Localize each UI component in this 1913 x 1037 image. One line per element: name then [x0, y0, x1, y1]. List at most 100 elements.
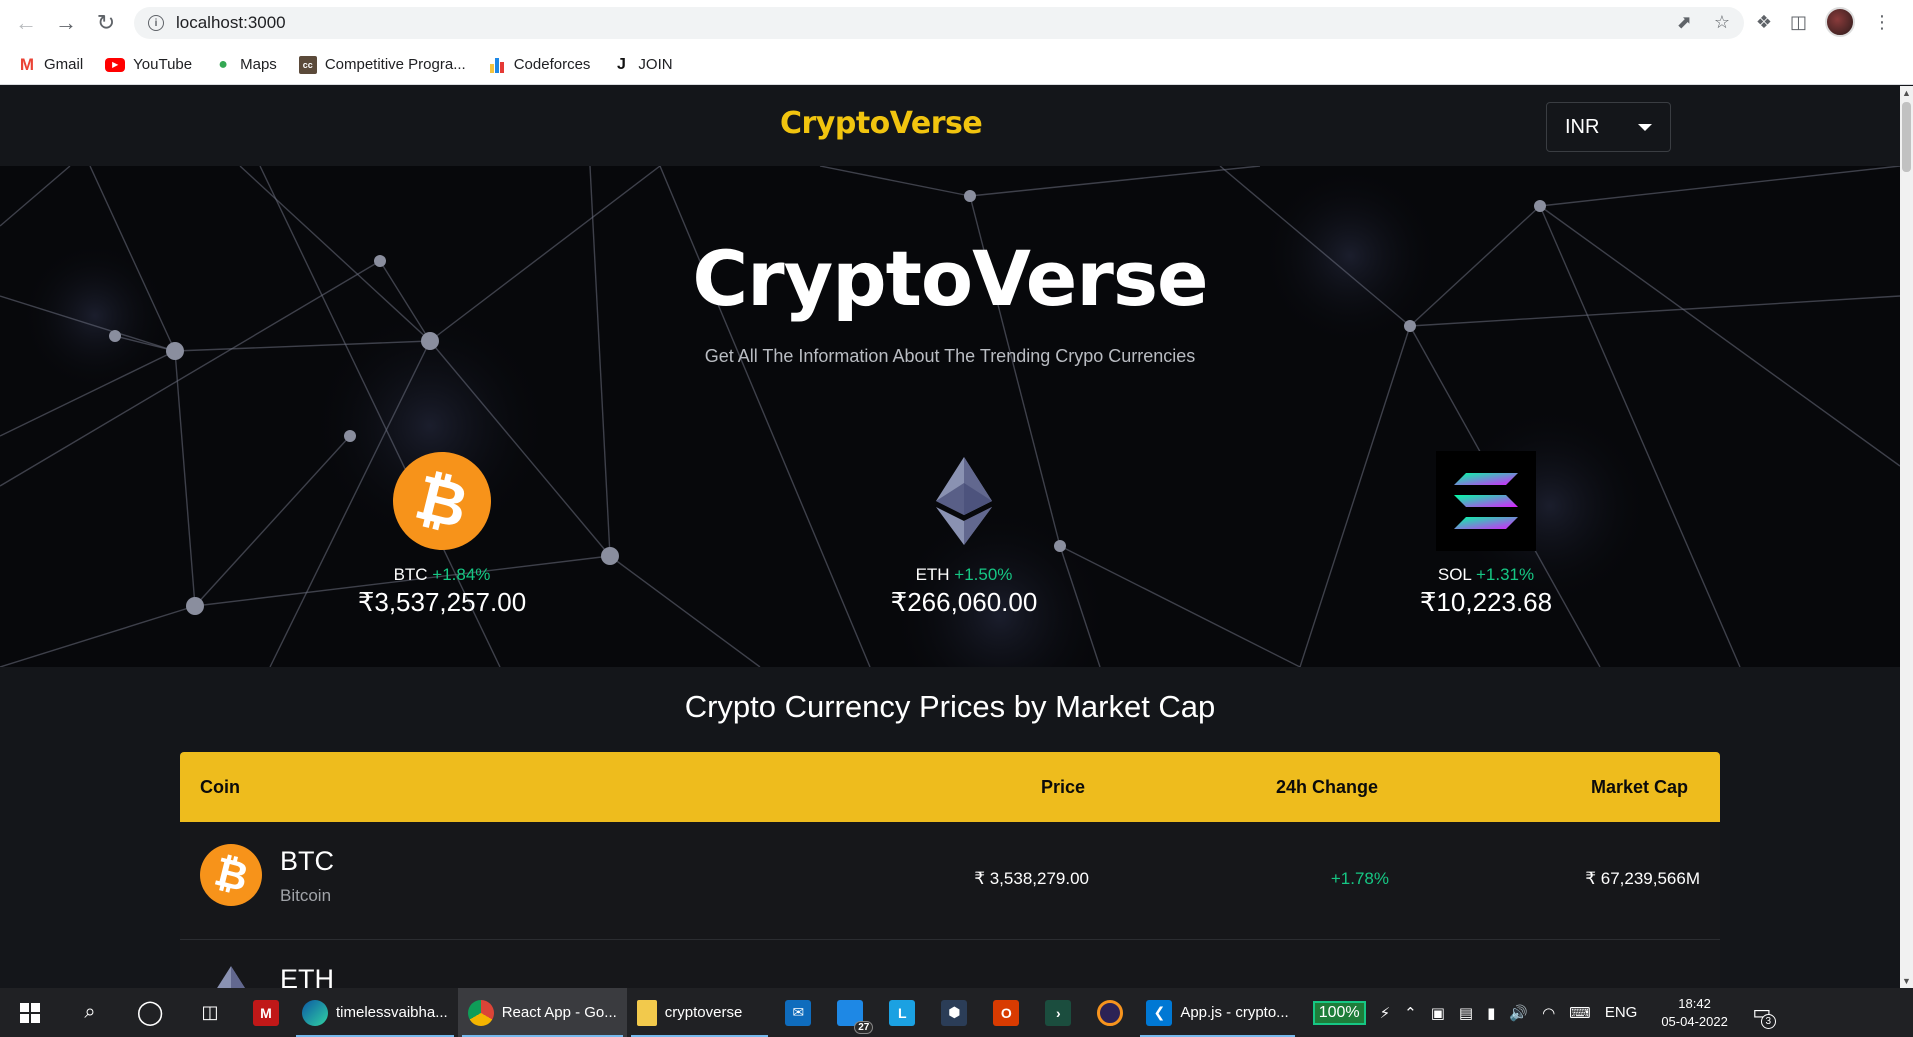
taskbar-terminal[interactable]: › [1032, 988, 1084, 1037]
site-info-icon[interactable]: i [148, 15, 164, 31]
trending-price: ₹3,537,257.00 [357, 587, 527, 617]
bitcoin-icon: ₿ [382, 441, 502, 561]
youtube-icon: ▶ [105, 57, 126, 72]
table-row[interactable]: ETH [180, 940, 1720, 988]
battery-percentage[interactable]: 100% [1312, 1000, 1366, 1025]
windows-icon [20, 1002, 40, 1023]
mail-icon: ✉ [785, 999, 812, 1026]
bookmark-codeforces[interactable]: Codeforces [488, 56, 590, 73]
profile-avatar[interactable] [1825, 7, 1855, 37]
search-icon[interactable]: ⌕ [60, 988, 120, 1037]
vscode-icon: ❮ [1146, 999, 1173, 1026]
address-bar[interactable]: i localhost:3000 ⬈ ☆ [134, 7, 1744, 39]
trending-card-eth[interactable]: ETH +1.50% ₹266,060.00 [834, 451, 1094, 618]
bookmark-star-icon[interactable]: ☆ [1714, 12, 1730, 33]
trending-price: ₹266,060.00 [890, 587, 1038, 617]
side-panel-icon[interactable]: ◫ [1790, 12, 1807, 33]
trending-symbol: ETH [915, 565, 950, 584]
trending-change: +1.50% [954, 565, 1013, 584]
codechef-icon: cc [298, 55, 317, 74]
header-24h-change: 24h Change [1276, 777, 1379, 797]
reload-icon[interactable]: ↻ [86, 3, 126, 43]
chevron-up-icon[interactable]: ⌃ [1404, 1004, 1417, 1022]
app-header: CryptoVerse INR [0, 86, 1900, 166]
plug-icon: ⚡ [1379, 1004, 1391, 1022]
taskbar-calendar[interactable]: 27 [824, 988, 876, 1037]
trending-symbol: SOL [1437, 565, 1472, 584]
start-button[interactable] [0, 988, 60, 1037]
join-icon: J [616, 55, 626, 73]
bookmark-gmail[interactable]: M Gmail [18, 54, 83, 74]
taskbar-eclipse[interactable] [1084, 988, 1136, 1037]
trending-price: ₹10,223.68 [1419, 587, 1553, 617]
mcafee-icon: M [253, 999, 279, 1026]
share-icon[interactable]: ⬈ [1677, 12, 1692, 33]
system-tray: 100% ⚡ ⌃ ▣ ▤ ▮ 🔊 ◠ ⌨ ENG 18:42 05-04-202… [1299, 988, 1782, 1037]
web-page: CryptoVerse INR CryptoVerse Get All The … [0, 86, 1900, 988]
row-coin-name: Bitcoin [280, 886, 332, 905]
trending-change: +1.31% [1475, 565, 1535, 584]
virtualbox-icon: ⬢ [941, 999, 968, 1026]
forward-arrow-icon[interactable]: → [46, 3, 86, 43]
taskbar-virtualbox[interactable]: ⬢ [928, 988, 980, 1037]
taskbar-mail[interactable]: ✉ [772, 988, 824, 1037]
trending-card-sol[interactable]: SOL +1.31% ₹10,223.68 [1356, 451, 1616, 618]
display-icon[interactable]: ▤ [1459, 1004, 1473, 1022]
taskbar-app-vscode[interactable]: ❮ App.js - crypto... [1136, 988, 1298, 1037]
taskbar-app-edge[interactable]: timelessvaibha... [292, 988, 458, 1037]
currency-select[interactable]: INR [1546, 102, 1671, 152]
clock-time: 18:42 [1678, 995, 1711, 1011]
table-header: Coin Price 24h Change Market Cap [180, 752, 1720, 822]
folder-icon [636, 999, 657, 1026]
bitcoin-icon: ₿ [200, 844, 262, 906]
keyboard-icon[interactable]: ⌨ [1569, 1004, 1591, 1022]
bookmarks-bar: M Gmail ▶ YouTube ● Maps cc Competitive … [0, 45, 1913, 85]
taskbar-mcafee[interactable]: M [240, 988, 292, 1037]
header-coin: Coin [200, 777, 240, 797]
taskbar-office[interactable]: O [980, 988, 1032, 1037]
language-indicator[interactable]: ENG [1605, 1004, 1638, 1021]
taskbar-app-chrome[interactable]: React App - Go... [457, 988, 627, 1037]
office-icon: O [993, 999, 1020, 1026]
meet-now-icon[interactable]: ▣ [1431, 1004, 1445, 1022]
currency-value: INR [1565, 115, 1600, 138]
page-scrollbar[interactable]: ▲ ▼ [1900, 86, 1913, 988]
ethereum-icon [212, 966, 250, 988]
eclipse-icon [1097, 999, 1124, 1026]
caret-down-icon [1638, 124, 1652, 131]
bookmark-youtube[interactable]: ▶ YouTube [105, 56, 192, 73]
taskbar-lens[interactable]: L [876, 988, 928, 1037]
url-text: localhost:3000 [176, 13, 286, 32]
bookmark-join[interactable]: J JOIN [612, 55, 673, 74]
brand-logo[interactable]: CryptoVerse [780, 106, 983, 141]
gmail-icon: M [19, 54, 35, 74]
clock[interactable]: 18:42 05-04-2022 [1661, 995, 1728, 1031]
coins-table: Coin Price 24h Change Market Cap ₿ BTC B… [180, 752, 1720, 988]
table-row[interactable]: ₿ BTC Bitcoin ₹ 3,538,279.00 +1.78% ₹ 67… [180, 822, 1720, 940]
scroll-down-arrow-icon[interactable]: ▼ [1902, 976, 1911, 986]
menu-kebab-icon[interactable]: ⋮ [1873, 12, 1891, 33]
notification-center[interactable]: ▭ 3 [1742, 988, 1782, 1037]
task-view-icon[interactable]: ◫ [180, 988, 240, 1037]
extensions-icon[interactable]: ❖ [1756, 12, 1772, 33]
trending-card-btc[interactable]: ₿ BTC +1.84% ₹3,537,257.00 [312, 441, 572, 618]
back-arrow-icon[interactable]: ← [6, 3, 46, 43]
trending-symbol: BTC [393, 565, 428, 584]
taskbar-app-explorer[interactable]: cryptoverse [627, 988, 773, 1037]
notification-count: 3 [1760, 1014, 1776, 1029]
cortana-icon[interactable]: ◯ [120, 988, 180, 1037]
maps-icon: ● [218, 55, 228, 73]
battery-icon[interactable]: ▮ [1487, 1004, 1495, 1022]
calendar-icon: 27 [837, 999, 874, 1034]
scroll-up-arrow-icon[interactable]: ▲ [1902, 88, 1911, 98]
wifi-icon[interactable]: ◠ [1542, 1004, 1555, 1022]
terminal-icon: › [1045, 999, 1072, 1026]
bookmark-maps[interactable]: ● Maps [214, 56, 277, 74]
browser-toolbar: ← → ↻ i localhost:3000 ⬈ ☆ ❖ ◫ ⋮ [0, 0, 1913, 45]
bookmark-competitive-programming[interactable]: cc Competitive Progra... [298, 55, 466, 74]
volume-icon[interactable]: 🔊 [1509, 1004, 1528, 1022]
codeforces-icon [488, 57, 506, 73]
chrome-icon [467, 999, 494, 1026]
header-price: Price [1041, 777, 1086, 797]
scroll-thumb[interactable] [1902, 102, 1911, 172]
